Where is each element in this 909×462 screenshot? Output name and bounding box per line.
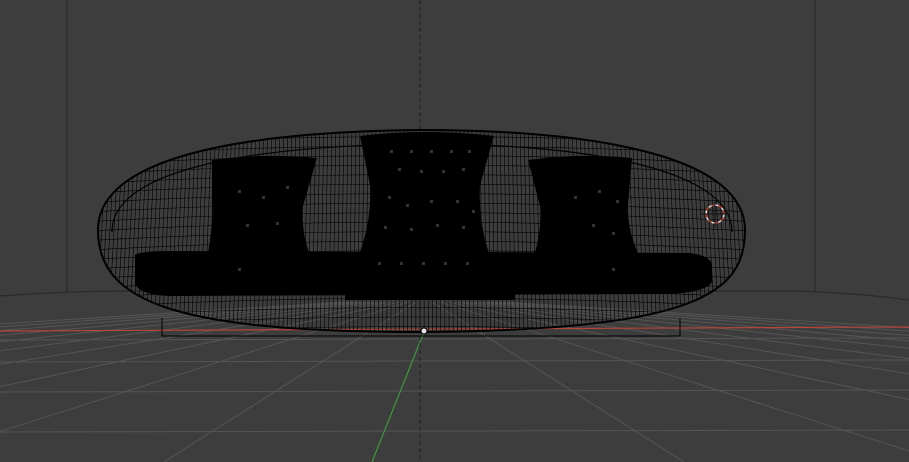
object-origin-icon[interactable]: [420, 327, 428, 335]
mesh-edge: [687, 130, 700, 332]
tuft-point: [616, 200, 619, 203]
tuft-point: [462, 168, 465, 171]
mesh-edge: [170, 130, 181, 332]
mesh-edge: [319, 130, 325, 332]
tuft-point: [378, 262, 381, 265]
tuft-point: [574, 196, 577, 199]
tuft-point: [390, 150, 393, 153]
tuft-point: [612, 268, 615, 271]
tuft-point: [410, 228, 413, 231]
y-axis-line: [371, 331, 425, 462]
tuft-point: [456, 200, 459, 203]
tuft-point: [246, 224, 249, 227]
tuft-point: [472, 210, 475, 213]
tuft-point: [422, 262, 425, 265]
tuft-point: [388, 196, 391, 199]
viewport-canvas[interactable]: [0, 0, 909, 462]
grid-line-horizontal: [0, 429, 909, 433]
mesh-edge: [332, 130, 337, 332]
tuft-point: [430, 200, 433, 203]
tuft-point: [598, 190, 601, 193]
tuft-point: [442, 170, 445, 173]
mesh-edge: [679, 130, 691, 332]
tuft-point: [406, 204, 409, 207]
3d-viewport[interactable]: [0, 0, 909, 462]
tuft-point: [286, 186, 289, 189]
tuft-point: [436, 224, 439, 227]
mesh-edge: [203, 130, 213, 332]
tuft-point: [384, 226, 387, 229]
mesh-edge: [635, 130, 645, 332]
mesh-edge: [735, 130, 745, 332]
mesh-edge: [655, 130, 666, 332]
mesh-edge: [178, 130, 189, 332]
tuft-point: [468, 150, 471, 153]
tuft-point: [238, 190, 241, 193]
mesh-edge: [683, 130, 695, 332]
mesh-edge: [199, 130, 209, 332]
mesh-edge: [336, 130, 341, 332]
mesh-edge: [145, 130, 157, 332]
mesh-edge: [663, 130, 675, 332]
mesh-edge: [631, 130, 641, 332]
mesh-edge: [303, 130, 309, 332]
mesh-edge: [353, 130, 357, 332]
mesh-edge: [149, 130, 161, 332]
tuft-point: [420, 170, 423, 173]
mesh-edge: [659, 130, 670, 332]
tuft-point: [276, 222, 279, 225]
grid-line-depth: [0, 301, 361, 332]
tuft-point: [612, 232, 615, 235]
center-cushion: [356, 132, 498, 272]
mesh-edge: [495, 130, 500, 332]
mesh-edge: [165, 130, 177, 332]
tuft-point: [400, 262, 403, 265]
mesh-edge: [348, 130, 353, 332]
tuft-point: [238, 268, 241, 271]
left-cushion: [207, 155, 317, 258]
mesh-edge: [511, 130, 516, 332]
tuft-point: [398, 168, 401, 171]
mesh-edge: [748, 120, 761, 340]
mesh-edge: [491, 130, 496, 332]
tuft-point: [466, 262, 469, 265]
tuft-point: [462, 226, 465, 229]
tuft-point: [444, 262, 447, 265]
right-cushion: [528, 155, 640, 258]
grid-line-horizontal: [0, 359, 909, 363]
grid-line-horizontal: [0, 337, 909, 341]
floor-grid: [0, 301, 909, 462]
tuft-point: [592, 224, 595, 227]
mesh-edge: [739, 130, 745, 332]
tuft-point: [262, 196, 265, 199]
grid-line-horizontal: [0, 389, 909, 393]
mesh-edge: [174, 130, 185, 332]
tuft-point: [410, 150, 413, 153]
mesh-edge: [507, 130, 512, 332]
tuft-point: [450, 150, 453, 153]
mesh-edge: [523, 130, 529, 332]
mesh-edge: [83, 120, 96, 340]
tuft-point: [430, 150, 433, 153]
grid-line-depth: [163, 301, 417, 462]
mesh-edge: [140, 130, 153, 332]
